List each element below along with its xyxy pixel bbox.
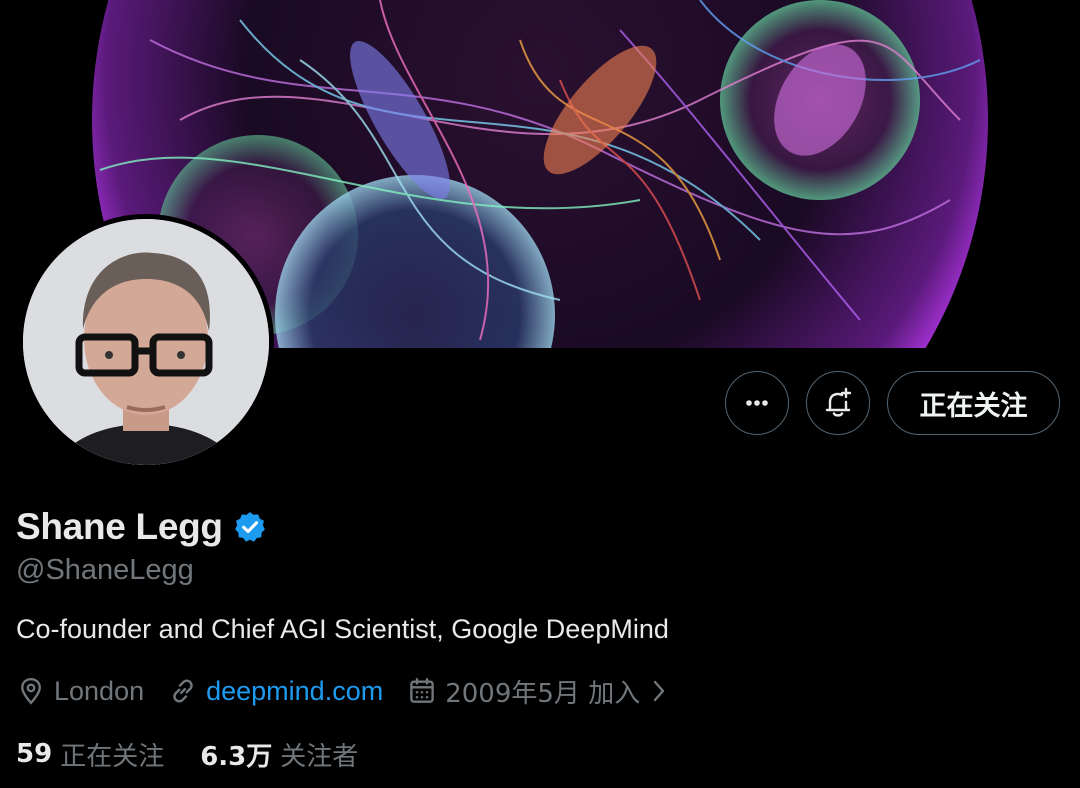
following-button[interactable]: 正在关注 [887,371,1060,435]
more-button[interactable] [725,371,789,435]
notification-button[interactable] [806,371,870,435]
join-date-item[interactable]: 2009年5月 加入 [407,673,670,710]
following-label: 正在关注 [60,741,165,772]
verified-badge-icon[interactable] [233,510,267,544]
chevron-right-icon [654,680,665,702]
profile-photo [23,219,269,465]
following-count: 59 [16,739,53,769]
following-stat[interactable]: 59 正在关注 [16,736,164,773]
user-handle: @ShaneLegg [16,554,194,586]
avatar[interactable] [23,219,269,465]
display-name: Shane Legg [16,506,223,547]
more-dots-icon [746,400,768,406]
website-link[interactable]: deepmind.com [206,676,383,707]
followers-count: 6.3万 [200,741,273,772]
location-pin-icon [21,677,41,705]
profile-meta: London deepmind.com 2009年5月 加入 [16,672,694,710]
join-date-text: 2009年5月 加入 [445,678,641,709]
calendar-icon [410,677,435,703]
link-icon [173,679,193,703]
location-item: London [16,676,144,707]
bell-plus-icon [825,387,852,417]
location-text: London [54,675,145,706]
website-item[interactable]: deepmind.com [168,676,383,707]
name-row: Shane Legg [16,505,267,549]
profile-bio: Co-founder and Chief AGI Scientist, Goog… [16,614,669,644]
followers-label: 关注者 [280,741,359,772]
follow-stats: 59 正在关注 6.3万 关注者 [16,736,394,772]
followers-stat[interactable]: 6.3万 关注者 [200,736,358,773]
